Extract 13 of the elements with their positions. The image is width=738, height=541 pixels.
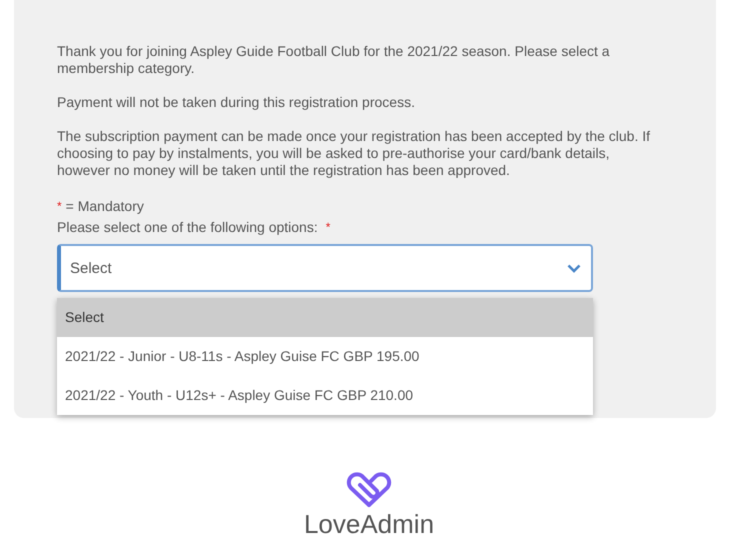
field-label: Please select one of the following options: bbox=[57, 219, 318, 236]
brand-name: LoveAdmin bbox=[304, 510, 434, 538]
membership-select[interactable]: Select bbox=[57, 244, 593, 292]
mandatory-note: = Mandatory bbox=[66, 198, 144, 215]
required-asterisk: * bbox=[326, 219, 330, 236]
required-asterisk: * bbox=[57, 198, 62, 215]
intro-paragraph: The subscription payment can be made once your registration has been accepted by the club. If choosing to pay by instalments, you will be asked to pre-authorise your card/bank details, however no money will be taken until the registration has been approved. bbox=[57, 128, 652, 179]
intro-paragraph: Thank you for joining Aspley Guide Football Club for the 2021/22 season. Please select a membership category. bbox=[57, 43, 611, 77]
dropdown-option[interactable]: 2021/22 - Youth - U12s+ - Aspley Guise FC GBP 210.00 bbox=[57, 376, 593, 415]
chevron-down-icon bbox=[567, 264, 581, 272]
dropdown-option[interactable]: 2021/22 - Junior - U8-11s - Aspley Guise FC GBP 195.00 bbox=[57, 337, 593, 376]
dropdown-option[interactable]: Select bbox=[57, 298, 593, 337]
intro-paragraph: Payment will not be taken during this registration process. bbox=[57, 94, 416, 111]
